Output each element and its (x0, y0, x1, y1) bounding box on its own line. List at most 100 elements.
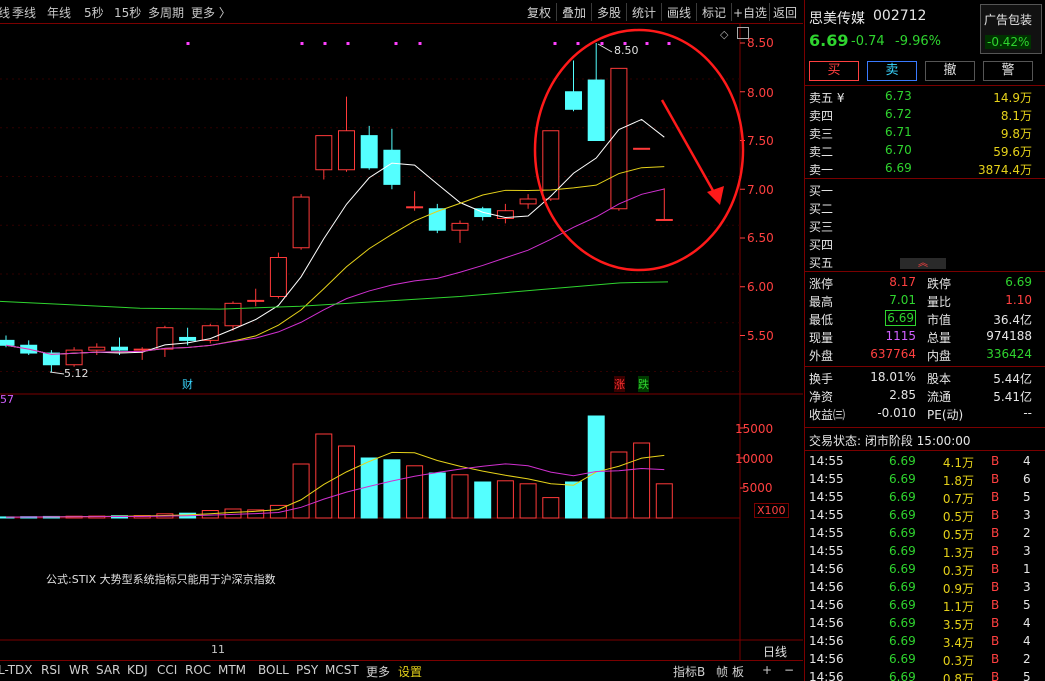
event-dot (418, 42, 422, 45)
volume-bar (338, 445, 355, 519)
limit-up-marker[interactable]: 涨 (614, 376, 625, 392)
ask-row-4: 卖四 6.72 8.1万 (809, 107, 1032, 123)
indicator-boll[interactable]: BOLL (258, 663, 289, 677)
indicator-roc[interactable]: ROC (185, 663, 211, 677)
board-button[interactable]: 板 (732, 663, 744, 680)
frame-button[interactable]: 帧 (716, 663, 728, 680)
stat-row: 涨停 8.17 跌停 6.69 (809, 275, 1032, 291)
sector-box[interactable]: 广告包装 -0.42% (980, 4, 1042, 54)
finance-marker[interactable]: 财 (182, 376, 193, 392)
volume-bar (496, 480, 514, 519)
indicator-cci[interactable]: CCI (157, 663, 177, 677)
low-price-label: 5.12 (64, 367, 89, 380)
tick-row: 14:56 6.69 3.4万 B 4 (809, 634, 1031, 650)
overlay-button[interactable]: 叠加 (562, 4, 586, 21)
candle-body (88, 346, 106, 351)
candle-body (338, 130, 355, 171)
sector-name: 广告包装 (984, 13, 1033, 27)
indicator-ltdx[interactable]: L-TDX (0, 663, 33, 677)
event-dot (186, 42, 190, 45)
indicator-more[interactable]: 更多 (366, 663, 390, 680)
event-dot (323, 42, 327, 45)
alert-button[interactable]: 警 (983, 61, 1033, 81)
volume-tick-15000: 15000 (735, 422, 774, 436)
period-year[interactable]: 年线 (47, 4, 71, 21)
mark-button[interactable]: 标记 (702, 4, 726, 21)
statistics-button[interactable]: 统计 (632, 4, 656, 21)
stat-row: 最高 7.01 量比 1.10 (809, 293, 1032, 309)
volume-bar (292, 463, 310, 519)
indicator-mcst[interactable]: MCST (325, 663, 359, 677)
period-quarter[interactable]: 季线 (12, 4, 36, 21)
period-5s[interactable]: 5秒 (84, 4, 104, 21)
ask-row-5: 卖五 ¥6.73 14.9万 (809, 89, 1032, 105)
tick-row: 14:56 6.69 0.3万 B 2 (809, 652, 1031, 668)
candle-body (224, 302, 242, 327)
event-dot (300, 42, 304, 45)
volume-bar (224, 508, 242, 519)
volume-bar (610, 451, 628, 519)
adjust-button[interactable]: 复权 (527, 4, 551, 21)
indicator-rsi[interactable]: RSI (41, 663, 61, 677)
diamond-icon[interactable]: ◇ (720, 28, 728, 41)
price-tick-750: 7.50 (747, 134, 774, 148)
tick-row: 14:55 6.69 1.8万 B 6 (809, 472, 1031, 488)
multi-period-button[interactable]: 多周期 (148, 4, 184, 21)
indicator-psy[interactable]: PSY (296, 663, 318, 677)
expand-chevron-icon[interactable]: ︽ (900, 258, 946, 269)
price-change: -0.74 (851, 34, 885, 49)
stat-row: 最低 6.69 市值 36.4亿 (809, 310, 1032, 327)
candlestick-chart[interactable] (0, 24, 803, 660)
multi-stock-button[interactable]: 多股 (597, 4, 621, 21)
window-toggle-icon[interactable] (737, 27, 749, 39)
tick-row: 14:55 6.69 1.3万 B 3 (809, 544, 1031, 560)
limit-down-marker[interactable]: 跌 (638, 376, 649, 392)
price-tick-650: 6.50 (747, 231, 774, 245)
indicator-mtm[interactable]: MTM (218, 663, 246, 677)
candle-body (542, 130, 560, 200)
volume-bar (565, 481, 582, 519)
event-dot (346, 42, 350, 45)
candle-body (360, 135, 378, 169)
cancel-order-button[interactable]: 撤 (925, 61, 975, 81)
ask-row-3: 卖三 6.71 9.8万 (809, 125, 1032, 141)
zoom-out-button[interactable]: − (784, 663, 794, 677)
trend-arrowhead (707, 186, 724, 205)
high-pointer (597, 43, 613, 53)
indicator-settings[interactable]: 设置 (398, 663, 422, 680)
volume-bar (519, 483, 537, 519)
more-periods-button[interactable]: 更多 〉 (191, 4, 231, 21)
ma10-line (5, 166, 665, 355)
period-label[interactable]: 日线 (763, 643, 787, 660)
candle-body (269, 257, 287, 297)
ask-row-2: 卖二 6.70 59.6万 (809, 143, 1032, 159)
volume-bar (315, 433, 333, 519)
tick-row: 14:56 6.69 0.9万 B 3 (809, 580, 1031, 596)
zoom-in-button[interactable]: + (762, 663, 772, 677)
back-button[interactable]: 返回 (773, 4, 797, 21)
candle-body (0, 339, 15, 346)
tick-row: 14:55 6.69 0.7万 B 5 (809, 490, 1031, 506)
draw-line-button[interactable]: 画线 (667, 4, 691, 21)
indicator-wr[interactable]: WR (69, 663, 89, 677)
candle-body (315, 135, 333, 171)
price-tick-700: 7.00 (747, 183, 774, 197)
event-dot (553, 42, 557, 45)
stat-row: 现量 1115 总量 974188 (809, 329, 1032, 345)
bid-row-3: 买三 (809, 220, 834, 234)
period-month[interactable]: 线 (0, 4, 10, 21)
volume-bar (542, 497, 560, 519)
candle-body (587, 79, 605, 141)
indicator-sar[interactable]: SAR (96, 663, 120, 677)
quote-panel: 思美传媒 002712 广告包装 -0.42% 6.69 -0.74 -9.96… (804, 0, 1045, 681)
sell-button[interactable]: 卖 (867, 61, 917, 81)
indicator-kdj[interactable]: KDJ (127, 663, 148, 677)
add-watchlist-button[interactable]: +自选 (733, 4, 767, 21)
candle-body (292, 196, 310, 249)
volume-bar (406, 465, 424, 519)
tick-row: 14:56 6.69 0.8万 B 5 (809, 670, 1031, 681)
indicator-b-button[interactable]: 指标B (673, 663, 705, 680)
buy-button[interactable]: 买 (809, 61, 859, 81)
period-15s[interactable]: 15秒 (114, 4, 141, 21)
volume-bar (655, 483, 673, 519)
